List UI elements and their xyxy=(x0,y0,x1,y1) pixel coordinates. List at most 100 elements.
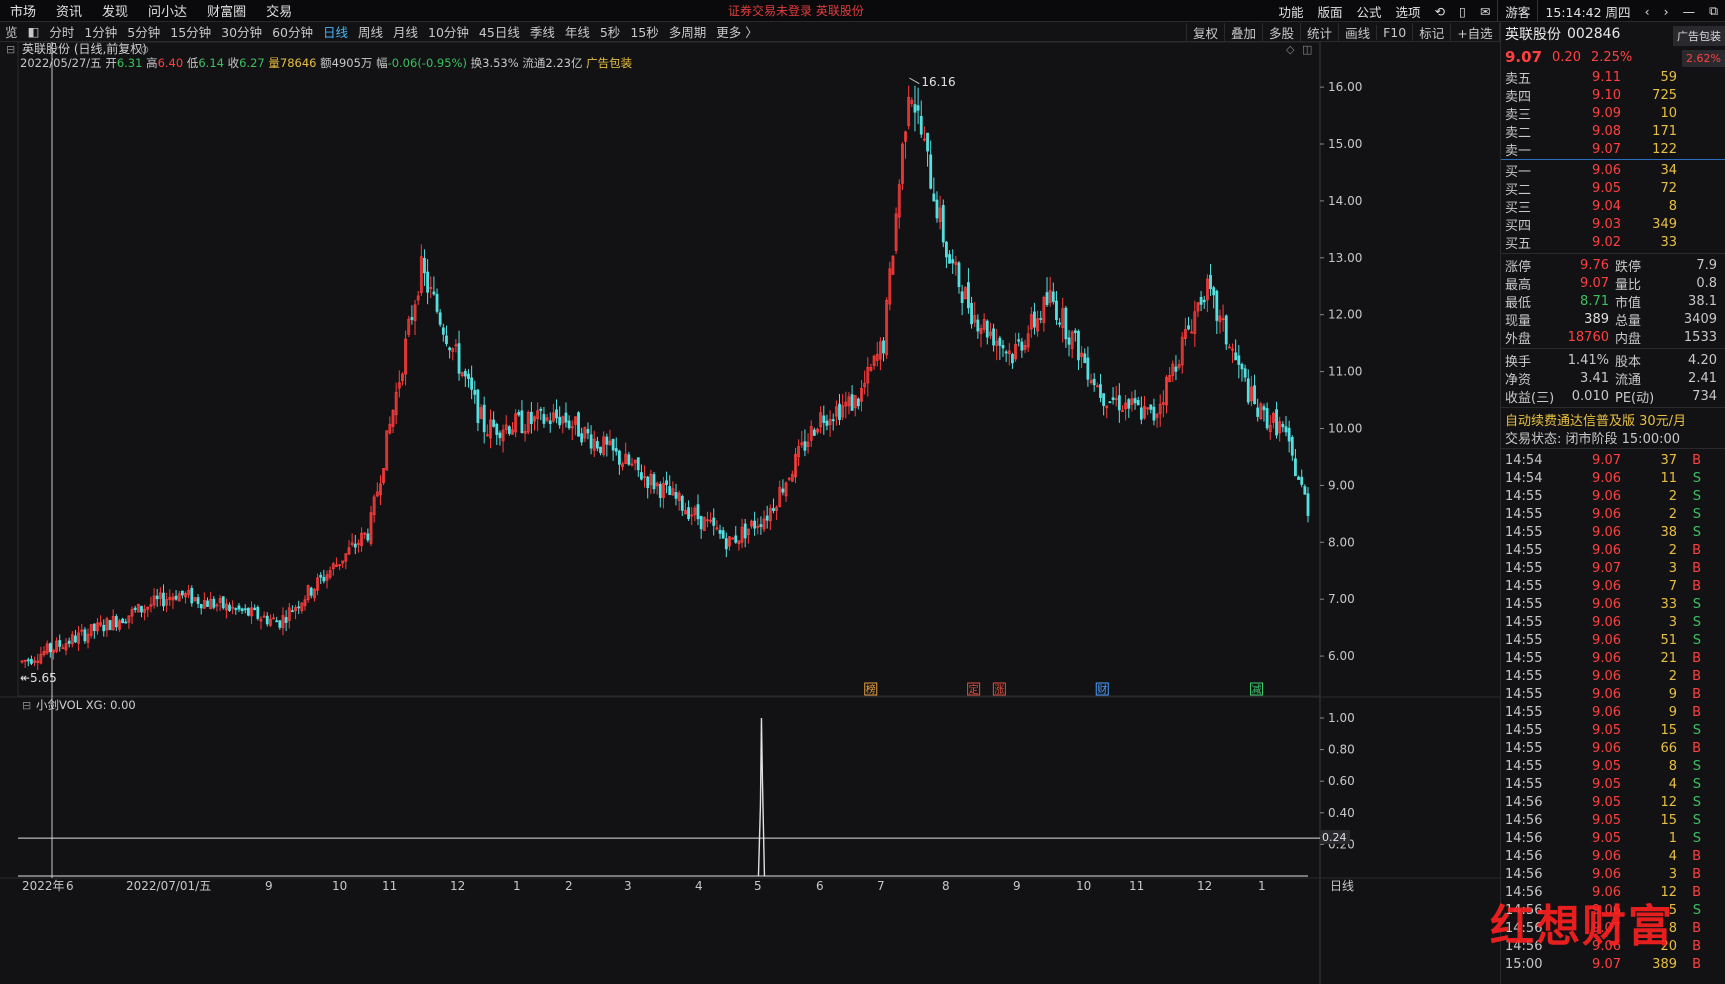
restore-icon[interactable]: ⧉ xyxy=(1702,3,1725,19)
layout-icon[interactable]: ◧ xyxy=(23,24,45,39)
event-marker[interactable]: 财 xyxy=(1095,682,1109,696)
ask-level[interactable]: 卖三 9.09 10 xyxy=(1501,104,1725,123)
period-label[interactable]: 日线 xyxy=(1330,879,1354,893)
bid-level[interactable]: 买五 9.02 33 xyxy=(1501,233,1725,252)
tick-row: 14:56 9.05 1 S xyxy=(1501,829,1725,847)
candle xyxy=(1199,290,1203,312)
toolbar-btn-4[interactable]: 画线 xyxy=(1338,22,1376,42)
tick-volume: 15 xyxy=(1660,722,1677,738)
diamond-icon[interactable]: ◇ xyxy=(1286,43,1295,56)
candle xyxy=(77,625,80,652)
toolbar-btn-1[interactable]: 叠加 xyxy=(1224,22,1262,42)
menu-item-0[interactable]: 市场 xyxy=(0,1,46,20)
x-tick-label: 8 xyxy=(942,879,950,893)
timeframe-tab-12[interactable]: 年线 xyxy=(560,22,595,41)
user-label[interactable]: 游客 xyxy=(1498,2,1537,21)
candle xyxy=(668,475,672,496)
menu-formula[interactable]: 公式 xyxy=(1350,2,1389,21)
toolbar-btn-0[interactable]: 复权 xyxy=(1186,22,1224,42)
ohlc-info: 2022/05/27/五 开6.31 高6.40 低6.14 收6.27 量78… xyxy=(20,56,633,70)
candle xyxy=(48,642,52,658)
timeframe-tab-2[interactable]: 5分钟 xyxy=(122,22,165,41)
timeframe-tab-8[interactable]: 月线 xyxy=(388,22,423,41)
toolbar-btn-3[interactable]: 统计 xyxy=(1300,22,1338,42)
timeframe-tab-10[interactable]: 45日线 xyxy=(474,22,525,41)
back-icon[interactable]: ‹ xyxy=(1638,4,1657,19)
menu-item-3[interactable]: 问小达 xyxy=(138,1,197,20)
ask-level[interactable]: 卖四 9.10 725 xyxy=(1501,86,1725,105)
promo-banner[interactable]: 自动续费通达信普及版 30元/月 xyxy=(1501,410,1725,429)
toolbar-btn-7[interactable]: +自选 xyxy=(1450,22,1498,42)
toolbar-btn-5[interactable]: F10 xyxy=(1376,24,1412,40)
indicator-toggle-icon[interactable]: ⊟ xyxy=(22,699,31,712)
ask-level[interactable]: 卖一 9.07 122 xyxy=(1501,140,1725,159)
candle xyxy=(369,506,373,547)
menu-options[interactable]: 选项 xyxy=(1389,2,1428,21)
timeframe-tab-7[interactable]: 周线 xyxy=(353,22,388,41)
candle xyxy=(1048,276,1052,307)
candle xyxy=(1061,297,1065,343)
vol-tick-label: 0.80 xyxy=(1328,743,1355,757)
candle xyxy=(790,470,794,482)
timeframe-tab-15[interactable]: 多周期 xyxy=(664,22,712,41)
candle xyxy=(1287,420,1291,453)
level-price: 9.02 xyxy=(1592,234,1621,250)
toolbar-btn-2[interactable]: 多股 xyxy=(1262,22,1300,42)
candle xyxy=(416,290,420,306)
kline-chart[interactable]: ⊟ 英联股份 (日线,前复权)⊙2022/05/27/五 开6.31 高6.40 … xyxy=(0,42,1500,984)
timeframe-tab-3[interactable]: 15分钟 xyxy=(165,22,216,41)
event-marker[interactable]: 涨 xyxy=(992,682,1006,696)
menu-item-2[interactable]: 发现 xyxy=(92,1,138,20)
minimize-icon[interactable]: — xyxy=(1676,4,1703,19)
y-tick-label: 6.00 xyxy=(1328,649,1355,663)
timeframe-tab-13[interactable]: 5秒 xyxy=(595,22,625,41)
bid-level[interactable]: 买三 9.04 8 xyxy=(1501,197,1725,216)
industry-tag[interactable]: 广告包装 xyxy=(1673,26,1725,46)
tick-price: 9.06 xyxy=(1592,524,1621,540)
stats-block-2: 换手 1.41% 股本 4.20 净资 3.41 流通 2.41 收益(三) 0.010 PE(动)… xyxy=(1501,351,1725,406)
timeframe-tab-0[interactable]: 分时 xyxy=(44,22,79,41)
tick-direction: B xyxy=(1692,740,1701,756)
timeframe-tab-6[interactable]: 日线 xyxy=(318,22,353,41)
candle xyxy=(451,347,455,361)
bid-level[interactable]: 买四 9.03 349 xyxy=(1501,215,1725,234)
event-marker[interactable]: 减 xyxy=(1250,682,1264,696)
menu-item-1[interactable]: 资讯 xyxy=(46,1,92,20)
phone-icon[interactable]: ▯ xyxy=(1452,4,1473,19)
menu-function[interactable]: 功能 xyxy=(1272,2,1311,21)
panel-toggle[interactable]: 览 xyxy=(0,22,23,41)
event-marker[interactable]: 榜 xyxy=(864,682,878,696)
window-icon[interactable]: ◫ xyxy=(1302,43,1312,56)
candle xyxy=(564,402,568,428)
forward-icon[interactable]: › xyxy=(1657,4,1676,19)
refresh-icon[interactable]: ⟲ xyxy=(1428,4,1452,19)
timeframe-tab-1[interactable]: 1分钟 xyxy=(79,22,122,41)
mail-icon[interactable]: ✉ xyxy=(1473,4,1497,19)
candle xyxy=(419,244,423,296)
dropdown-icon[interactable]: ⊙ xyxy=(140,43,149,56)
bid-level[interactable]: 买一 9.06 34 xyxy=(1501,161,1725,180)
menu-layout[interactable]: 版面 xyxy=(1311,2,1350,21)
candle xyxy=(885,297,889,360)
candle xyxy=(256,605,260,621)
candle xyxy=(114,614,118,631)
menu-item-5[interactable]: 交易 xyxy=(256,1,302,20)
toolbar-btn-6[interactable]: 标记 xyxy=(1412,22,1450,42)
collapse-icon[interactable]: ⊟ xyxy=(6,43,15,56)
event-marker[interactable]: 定 xyxy=(967,682,981,696)
x-tick-label: 12 xyxy=(450,879,465,893)
candle xyxy=(133,605,137,613)
timeframe-tab-14[interactable]: 15秒 xyxy=(625,22,663,41)
timeframe-tab-5[interactable]: 60分钟 xyxy=(267,22,318,41)
timeframe-tab-11[interactable]: 季线 xyxy=(525,22,560,41)
ask-level[interactable]: 卖五 9.11 59 xyxy=(1501,68,1725,87)
menu-item-4[interactable]: 财富圈 xyxy=(197,1,256,20)
ask-level[interactable]: 卖二 9.08 171 xyxy=(1501,122,1725,141)
login-notice[interactable]: 证券交易未登录 英联股份 xyxy=(728,2,864,19)
stat-row: 最低 8.71 市值 38.1 xyxy=(1501,292,1725,311)
candle xyxy=(866,357,870,397)
timeframe-tab-9[interactable]: 10分钟 xyxy=(423,22,474,41)
timeframe-tab-16[interactable]: 更多 〉 xyxy=(711,22,762,41)
bid-level[interactable]: 买二 9.05 72 xyxy=(1501,179,1725,198)
timeframe-tab-4[interactable]: 30分钟 xyxy=(216,22,267,41)
